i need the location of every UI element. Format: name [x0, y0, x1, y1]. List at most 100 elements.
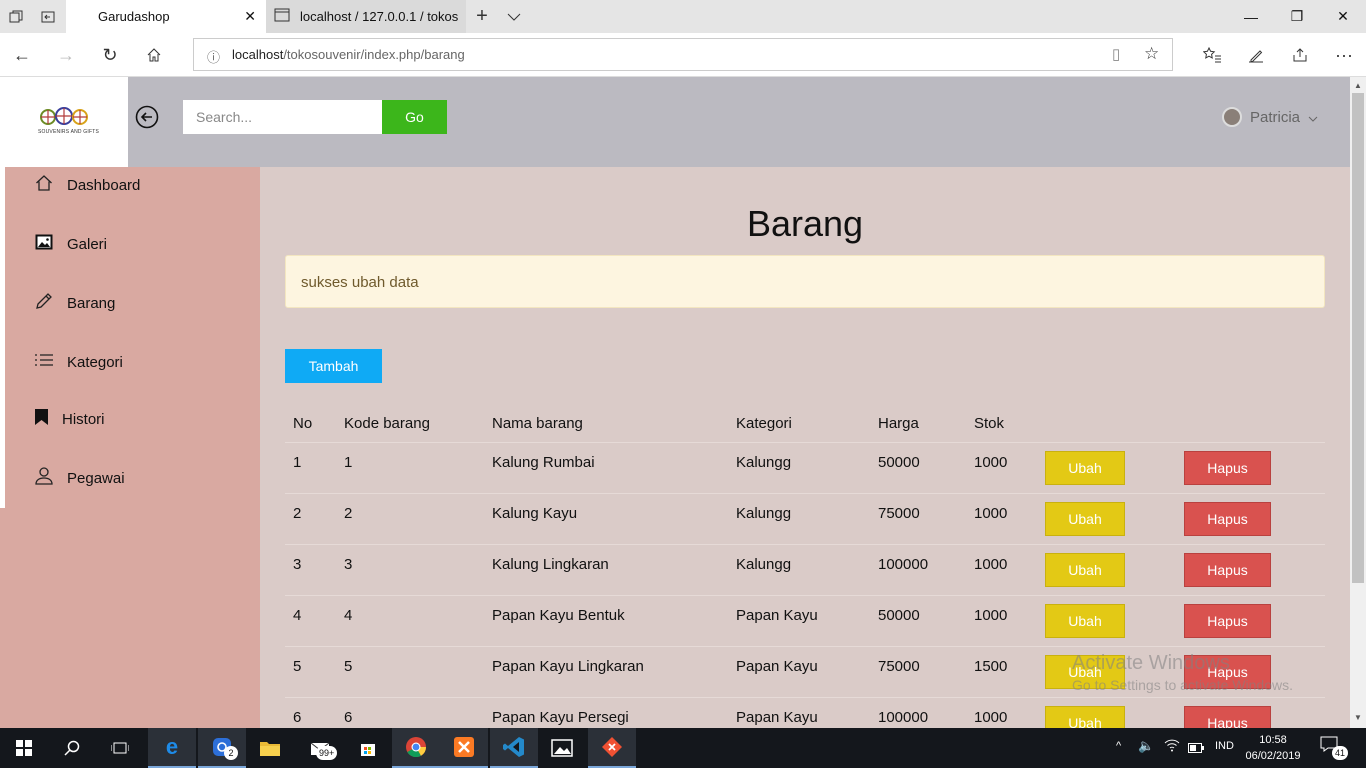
back-tabs-icon[interactable]	[32, 0, 64, 33]
avatar	[1222, 107, 1242, 127]
column-header-no: No	[293, 415, 313, 432]
browser-tab-bar: Garudashop ✕ localhost / 127.0.0.1 / tok…	[0, 0, 1366, 33]
cell-stok: 1000	[974, 454, 1008, 471]
address-bar[interactable]: ⓘ localhost/tokosouvenir/index.php/baran…	[193, 38, 1173, 71]
success-alert: sukses ubah data	[285, 255, 1325, 308]
window-close-icon[interactable]: ✕	[1320, 0, 1366, 33]
cell-no: 2	[293, 505, 302, 522]
column-header-kategori: Kategori	[736, 415, 792, 432]
close-icon[interactable]: ✕	[244, 8, 256, 25]
chevron-down-icon[interactable]	[498, 0, 530, 33]
logo-area[interactable]: SOUVENIRS AND GIFTS	[0, 77, 128, 167]
scroll-down-icon[interactable]: ▼	[1354, 713, 1362, 722]
wifi-icon[interactable]	[1164, 738, 1180, 755]
cell-stok: 1000	[974, 709, 1008, 726]
cell-nama: Kalung Kayu	[492, 505, 578, 522]
tab-garudashop[interactable]: Garudashop ✕	[66, 0, 266, 33]
cell-kode: 6	[344, 709, 353, 726]
sidebar-item-histori[interactable]: Histori	[35, 407, 105, 431]
cell-kategori: Kalungg	[736, 505, 792, 522]
cell-kategori: Papan Kayu	[736, 607, 818, 624]
edit-button[interactable]: Ubah	[1045, 604, 1125, 638]
cell-stok: 1500	[974, 658, 1008, 675]
sidebar-toggle-back-icon[interactable]	[135, 105, 159, 129]
minimize-icon[interactable]: —	[1228, 0, 1274, 33]
mail-icon[interactable]: 99+	[296, 728, 344, 768]
sidebar-item-pegawai[interactable]: Pegawai	[35, 466, 125, 490]
more-menu-icon[interactable]: ···	[1322, 33, 1366, 77]
windows-start-icon[interactable]	[0, 728, 48, 768]
sidebar-item-dashboard[interactable]: Dashboard	[35, 173, 140, 197]
delete-button[interactable]: Hapus	[1184, 502, 1271, 536]
xampp-icon[interactable]	[440, 728, 488, 768]
instagram-icon[interactable]: 2	[198, 728, 246, 768]
go-button[interactable]: Go	[382, 100, 447, 134]
store-icon[interactable]	[344, 728, 392, 768]
restore-icon[interactable]: ❐	[1274, 0, 1320, 33]
task-view-icon[interactable]	[96, 728, 144, 768]
cell-harga: 100000	[878, 556, 929, 573]
cell-no: 6	[293, 709, 302, 726]
cell-nama: Papan Kayu Persegi	[492, 709, 629, 726]
reading-view-icon[interactable]: ▯	[1112, 45, 1120, 63]
new-tab-icon[interactable]: +	[466, 0, 498, 33]
edit-button[interactable]: Ubah	[1045, 502, 1125, 536]
sidebar-item-galeri[interactable]: Galeri	[35, 232, 107, 256]
edit-button[interactable]: Ubah	[1045, 451, 1125, 485]
navigation-bar: ← → ↻ ⓘ localhost/tokosouvenir/index.php…	[0, 33, 1366, 77]
delete-button[interactable]: Hapus	[1184, 451, 1271, 485]
user-menu[interactable]: Patricia	[1222, 104, 1318, 130]
favorite-star-icon[interactable]: ☆	[1144, 44, 1159, 64]
cell-kategori: Papan Kayu	[736, 658, 818, 675]
taskbar-clock[interactable]: 10:58 06/02/2019	[1240, 732, 1306, 764]
notification-center-icon[interactable]: 41	[1320, 736, 1350, 760]
cell-no: 3	[293, 556, 302, 573]
photos-icon[interactable]	[538, 728, 586, 768]
share-icon[interactable]	[1278, 33, 1322, 77]
user-icon	[35, 467, 53, 489]
cell-kategori: Papan Kayu	[736, 709, 818, 726]
delete-button[interactable]: Hapus	[1184, 706, 1271, 728]
delete-button[interactable]: Hapus	[1184, 604, 1271, 638]
tab-label: Garudashop	[98, 9, 170, 24]
volume-icon[interactable]: 🔈	[1138, 738, 1154, 754]
clock-time: 10:58	[1259, 734, 1287, 746]
pencil-icon	[35, 292, 53, 314]
scrollbar-thumb[interactable]	[1352, 93, 1364, 583]
search-input[interactable]	[183, 100, 382, 134]
edit-button[interactable]: Ubah	[1045, 706, 1125, 728]
vscode-icon[interactable]	[490, 728, 538, 768]
battery-icon[interactable]	[1188, 740, 1204, 756]
column-header-stok: Stok	[974, 415, 1005, 432]
sidebar-item-kategori[interactable]: Kategori	[35, 350, 123, 374]
git-icon[interactable]	[588, 728, 636, 768]
input-language[interactable]: IND	[1215, 740, 1234, 752]
main-content: Barang sukses ubah data Tambah No Kode b…	[260, 167, 1350, 728]
pen-notes-icon[interactable]	[1234, 33, 1278, 77]
sidebar-item-barang[interactable]: Barang	[35, 291, 115, 315]
cell-no: 5	[293, 658, 302, 675]
chrome-icon[interactable]	[392, 728, 440, 768]
back-arrow-icon[interactable]: ←	[0, 33, 44, 77]
delete-button[interactable]: Hapus	[1184, 553, 1271, 587]
url-text[interactable]: localhost/tokosouvenir/index.php/barang	[232, 47, 465, 62]
search-icon[interactable]	[48, 728, 96, 768]
cell-harga: 100000	[878, 709, 929, 726]
sidebar-item-label: Histori	[62, 410, 105, 428]
table-row: 3 3 Kalung Lingkaran Kalungg 100000 1000…	[285, 544, 1325, 595]
edit-button[interactable]: Ubah	[1045, 553, 1125, 587]
home-icon[interactable]	[132, 33, 176, 77]
forward-arrow-icon[interactable]: →	[44, 33, 88, 77]
tab-phpmyadmin[interactable]: localhost / 127.0.0.1 / tokos	[266, 0, 466, 33]
info-icon[interactable]: ⓘ	[207, 47, 220, 66]
column-header-kode: Kode barang	[344, 415, 430, 432]
refresh-icon[interactable]: ↻	[88, 33, 132, 77]
sidebar-item-label: Barang	[67, 294, 116, 312]
favorites-list-icon[interactable]	[1190, 33, 1234, 77]
edge-browser-icon[interactable]: e	[148, 728, 196, 768]
tab-set-aside-icon[interactable]	[0, 0, 32, 33]
scroll-up-icon[interactable]: ▲	[1354, 81, 1362, 90]
file-explorer-icon[interactable]	[246, 728, 294, 768]
add-button[interactable]: Tambah	[285, 349, 382, 383]
tray-chevron-up-icon[interactable]: ^	[1116, 740, 1121, 752]
